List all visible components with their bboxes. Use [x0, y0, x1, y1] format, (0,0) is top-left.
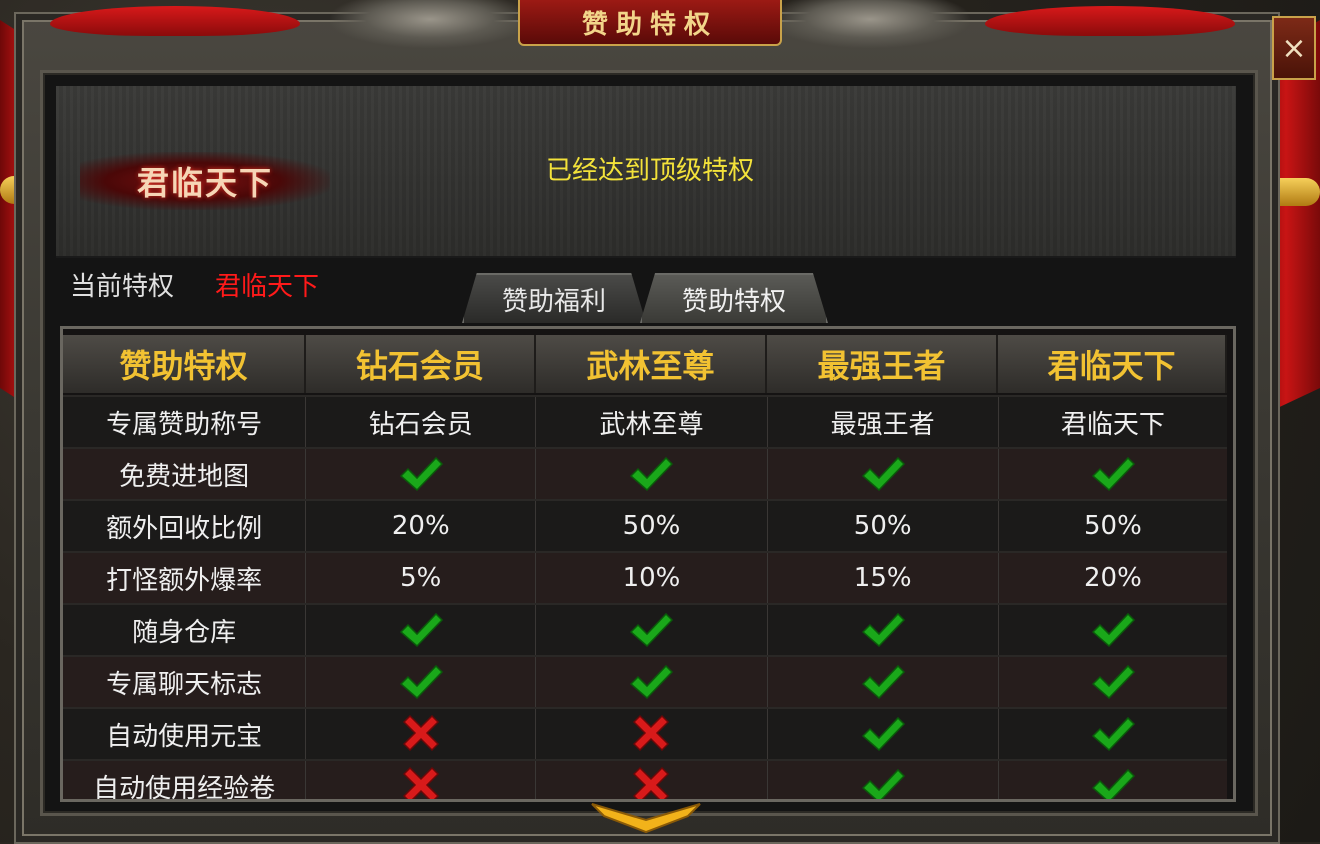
column-header: 赞助特权	[63, 335, 306, 393]
table-cell: 最强王者	[768, 397, 999, 447]
table-cell: 20%	[1083, 563, 1142, 593]
table-cell: 武林至尊	[536, 397, 768, 447]
check-icon	[536, 605, 768, 655]
check-icon	[768, 605, 999, 655]
check-icon	[768, 761, 999, 799]
close-button[interactable]: ×	[1272, 16, 1316, 80]
cross-icon	[536, 761, 768, 799]
window-title: 赞助特权	[518, 0, 782, 46]
table-row: 专属赞助称号 钻石会员 武林至尊 最强王者 君临天下	[63, 395, 1227, 447]
check-icon	[306, 605, 537, 655]
level-badge: 君临天下	[80, 152, 330, 210]
row-label: 随身仓库	[63, 605, 307, 655]
cross-icon	[536, 709, 768, 759]
row-label: 专属赞助称号	[63, 397, 307, 447]
table-header-row: 赞助特权 钻石会员 武林至尊 最强王者 君临天下	[63, 335, 1227, 393]
column-header: 君临天下	[997, 335, 1227, 393]
check-icon	[999, 761, 1227, 799]
table-row: 自动使用元宝	[63, 707, 1227, 759]
table-row: 自动使用经验卷	[63, 759, 1227, 799]
row-label: 自动使用元宝	[63, 709, 307, 759]
table-row: 打怪额外爆率 5% 10% 15% 20%	[63, 551, 1227, 603]
tab-sponsor-privileges[interactable]: 赞助特权	[640, 273, 828, 323]
table-cell: 10%	[536, 553, 768, 603]
current-privilege-value: 君临天下	[215, 272, 320, 302]
row-label: 免费进地图	[63, 449, 307, 499]
close-icon: ×	[1281, 30, 1307, 66]
table-cell: 20%	[306, 501, 537, 551]
table-row: 免费进地图	[63, 447, 1227, 499]
check-icon	[536, 657, 768, 707]
status-text: 已经达到顶级特权	[545, 156, 754, 186]
row-label: 额外回收比例	[63, 501, 307, 551]
table-row: 额外回收比例 20% 50% 50% 50%	[63, 499, 1227, 551]
column-header: 钻石会员	[305, 335, 536, 393]
tab-sponsor-benefits[interactable]: 赞助福利	[462, 273, 646, 323]
table-row: 随身仓库	[63, 603, 1227, 655]
table-cell: 15%	[768, 553, 999, 603]
column-header: 最强王者	[766, 335, 998, 393]
table-cell: 50%	[1083, 511, 1142, 541]
check-icon	[768, 709, 999, 759]
row-label: 自动使用经验卷	[63, 761, 307, 799]
row-label: 专属聊天标志	[63, 657, 307, 707]
right-dragon-ornament	[770, 0, 970, 48]
table-cell: 钻石会员	[306, 397, 537, 447]
chevron-down-icon[interactable]	[588, 800, 704, 834]
check-icon	[999, 657, 1227, 707]
right-ribbon	[985, 6, 1235, 36]
table-cell: 君临天下	[1060, 409, 1165, 440]
cross-icon	[306, 761, 537, 799]
cross-icon	[306, 709, 537, 759]
table-cell: 50%	[768, 501, 999, 551]
check-icon	[768, 449, 999, 499]
table-cell: 50%	[536, 501, 768, 551]
table-row: 专属聊天标志	[63, 655, 1227, 707]
check-icon	[768, 657, 999, 707]
check-icon	[999, 449, 1227, 499]
check-icon	[999, 709, 1227, 759]
column-header: 武林至尊	[535, 335, 767, 393]
check-icon	[536, 449, 768, 499]
privilege-table: 赞助特权 钻石会员 武林至尊 最强王者 君临天下 专属赞助称号 钻石会员 武林至尊最…	[60, 326, 1236, 802]
left-dragon-ornament	[330, 0, 530, 48]
check-icon	[306, 657, 537, 707]
left-ribbon	[50, 6, 300, 36]
current-privilege-label: 当前特权	[70, 272, 175, 302]
check-icon	[999, 605, 1227, 655]
row-label: 打怪额外爆率	[63, 553, 307, 603]
table-cell: 5%	[306, 553, 537, 603]
check-icon	[306, 449, 537, 499]
